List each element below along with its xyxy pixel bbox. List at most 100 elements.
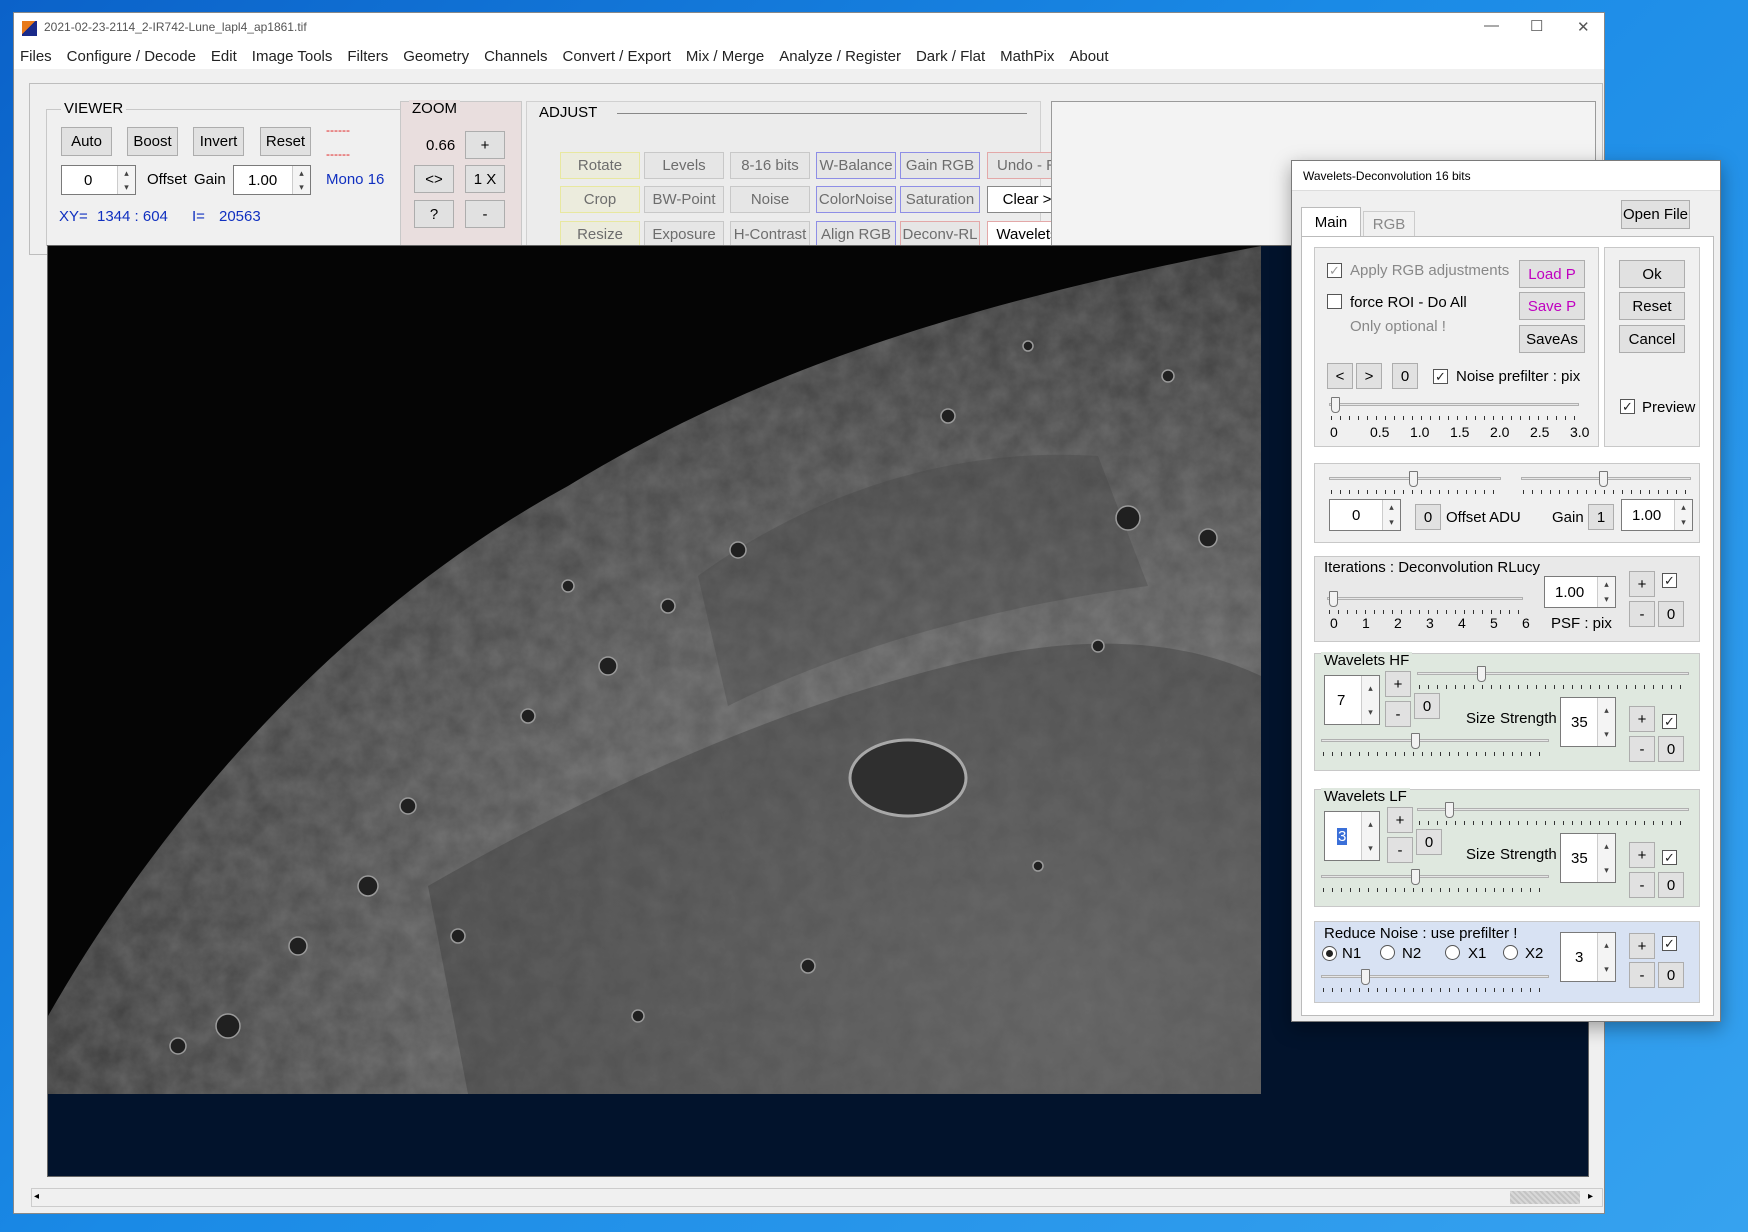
gain-one-button[interactable]: 1 (1588, 504, 1614, 530)
noise-prefilter-checkbox[interactable]: ✓ (1433, 369, 1448, 384)
close-button[interactable]: ✕ (1577, 18, 1590, 36)
lf-plus-button[interactable]: + (1387, 807, 1413, 833)
adjust-noise-button[interactable]: Noise (730, 186, 810, 213)
reset-view-button[interactable]: Reset (260, 127, 311, 156)
gain-spin-arrows[interactable]: ▴ ▾ (292, 166, 310, 194)
save-as-button[interactable]: SaveAs (1519, 325, 1585, 353)
horizontal-scrollbar[interactable]: ◂ ▸ (31, 1188, 1603, 1207)
gain-slider[interactable] (1521, 471, 1691, 495)
adjust-resize-button[interactable]: Resize (560, 221, 640, 248)
offset-adu-spinbox[interactable]: 0 ▴ ▾ (1329, 499, 1401, 531)
menu-item-mix-merge[interactable]: Mix / Merge (686, 48, 764, 65)
psf-spin[interactable]: ▴ ▾ (1597, 577, 1615, 607)
auto-button[interactable]: Auto (61, 127, 112, 156)
adjust-gain-rgb-button[interactable]: Gain RGB (900, 152, 980, 179)
lf-strength-zero-button[interactable]: 0 (1658, 872, 1684, 898)
maximize-button[interactable]: ☐ (1530, 17, 1543, 35)
hf-size-spinbox[interactable]: 7 ▴ ▾ (1324, 675, 1380, 725)
menu-item-configure-decode[interactable]: Configure / Decode (67, 48, 196, 65)
hf-size-spin[interactable]: ▴ ▾ (1361, 676, 1379, 724)
hf-checkbox[interactable]: ✓ (1662, 714, 1677, 729)
offset-spinbox[interactable]: 0 ▴ ▾ (61, 165, 136, 195)
lf-checkbox[interactable]: ✓ (1662, 850, 1677, 865)
n1-radio[interactable] (1322, 946, 1337, 961)
menu-item-convert-export[interactable]: Convert / Export (562, 48, 670, 65)
menu-item-dark-flat[interactable]: Dark / Flat (916, 48, 985, 65)
hf-strength-spinbox[interactable]: 35 ▴ ▾ (1560, 697, 1616, 747)
lf-strength-slider[interactable] (1321, 869, 1549, 893)
adjust-deconv-rl-button[interactable]: Deconv-RL (900, 221, 980, 248)
lf-strength-plus-button[interactable]: + (1629, 842, 1655, 868)
adjust-levels-button[interactable]: Levels (644, 152, 724, 179)
prefilter-slider[interactable] (1329, 397, 1579, 421)
x2-radio[interactable] (1503, 945, 1518, 960)
iter-plus-button[interactable]: + (1629, 571, 1655, 597)
noise-zero-button[interactable]: 0 (1658, 962, 1684, 988)
offset-adu-spin[interactable]: ▴ ▾ (1382, 500, 1400, 530)
menu-item-mathpix[interactable]: MathPix (1000, 48, 1054, 65)
hf-zero-button[interactable]: 0 (1414, 693, 1440, 719)
zoom-1x-button[interactable]: 1 X (465, 165, 505, 193)
iter-minus-button[interactable]: - (1629, 601, 1655, 627)
noise-spinbox[interactable]: 3 ▴ ▾ (1560, 932, 1616, 982)
ok-button[interactable]: Ok (1619, 260, 1685, 288)
iterations-slider[interactable] (1327, 591, 1523, 615)
adjust-align-rgb-button[interactable]: Align RGB (816, 221, 896, 248)
lf-zero-button[interactable]: 0 (1416, 829, 1442, 855)
zoom-in-button[interactable]: + (465, 131, 505, 159)
lf-size-slider[interactable] (1417, 802, 1689, 826)
menu-item-filters[interactable]: Filters (347, 48, 388, 65)
gain-dialog-spinbox[interactable]: 1.00 ▴ ▾ (1621, 499, 1693, 531)
iter-zero-button[interactable]: 0 (1658, 601, 1684, 627)
force-roi-checkbox[interactable] (1327, 294, 1342, 309)
psf-spinbox[interactable]: 1.00 ▴ ▾ (1544, 576, 1616, 608)
noise-spin[interactable]: ▴ ▾ (1597, 933, 1615, 981)
zoom-fit-button[interactable]: <> (414, 165, 454, 193)
prefilter-zero-button[interactable]: 0 (1392, 363, 1418, 389)
noise-minus-button[interactable]: - (1629, 962, 1655, 988)
adjust-8-16-bits-button[interactable]: 8-16 bits (730, 152, 810, 179)
scroll-left-arrow[interactable]: ◂ (34, 1191, 39, 1202)
lf-strength-spin[interactable]: ▴ ▾ (1597, 834, 1615, 882)
scroll-thumb[interactable] (1510, 1191, 1580, 1204)
lf-size-spinbox[interactable]: 3 ▴ ▾ (1324, 811, 1380, 861)
reset-button[interactable]: Reset (1619, 292, 1685, 320)
adjust-crop-button[interactable]: Crop (560, 186, 640, 213)
x1-radio[interactable] (1445, 945, 1460, 960)
hf-size-slider[interactable] (1417, 666, 1689, 690)
zoom-out-button[interactable]: - (465, 200, 505, 228)
adjust-saturation-button[interactable]: Saturation (900, 186, 980, 213)
hf-strength-slider[interactable] (1321, 733, 1549, 757)
offset-zero-button[interactable]: 0 (1415, 504, 1441, 530)
hf-minus-button[interactable]: - (1385, 701, 1411, 727)
menu-item-geometry[interactable]: Geometry (403, 48, 469, 65)
noise-plus-button[interactable]: + (1629, 933, 1655, 959)
hf-plus-button[interactable]: + (1385, 671, 1411, 697)
adjust-w-balance-button[interactable]: W-Balance (816, 152, 896, 179)
hf-strength-spin[interactable]: ▴ ▾ (1597, 698, 1615, 746)
adjust-rotate-button[interactable]: Rotate (560, 152, 640, 179)
boost-button[interactable]: Boost (127, 127, 178, 156)
n2-radio[interactable] (1380, 945, 1395, 960)
preview-checkbox[interactable]: ✓ (1620, 399, 1635, 414)
gain-spinbox[interactable]: 1.00 ▴ ▾ (233, 165, 311, 195)
iter-checkbox[interactable]: ✓ (1662, 573, 1677, 588)
adjust-colornoise-button[interactable]: ColorNoise (816, 186, 896, 213)
menu-item-image-tools[interactable]: Image Tools (252, 48, 333, 65)
adjust-h-contrast-button[interactable]: H-Contrast (730, 221, 810, 248)
open-file-button[interactable]: Open File (1621, 200, 1690, 229)
adjust-exposure-button[interactable]: Exposure (644, 221, 724, 248)
lf-size-spin[interactable]: ▴ ▾ (1361, 812, 1379, 860)
menu-item-analyze-register[interactable]: Analyze / Register (779, 48, 901, 65)
cancel-button[interactable]: Cancel (1619, 325, 1685, 353)
lf-strength-minus-button[interactable]: - (1629, 872, 1655, 898)
lf-strength-spinbox[interactable]: 35 ▴ ▾ (1560, 833, 1616, 883)
menu-item-edit[interactable]: Edit (211, 48, 237, 65)
gain-dialog-spin[interactable]: ▴ ▾ (1674, 500, 1692, 530)
minimize-button[interactable]: — (1484, 17, 1499, 34)
menu-item-channels[interactable]: Channels (484, 48, 547, 65)
tab-main[interactable]: Main (1301, 207, 1361, 237)
prev-button[interactable]: < (1327, 363, 1353, 389)
offset-adu-slider[interactable] (1329, 471, 1501, 495)
adjust-bw-point-button[interactable]: BW-Point (644, 186, 724, 213)
